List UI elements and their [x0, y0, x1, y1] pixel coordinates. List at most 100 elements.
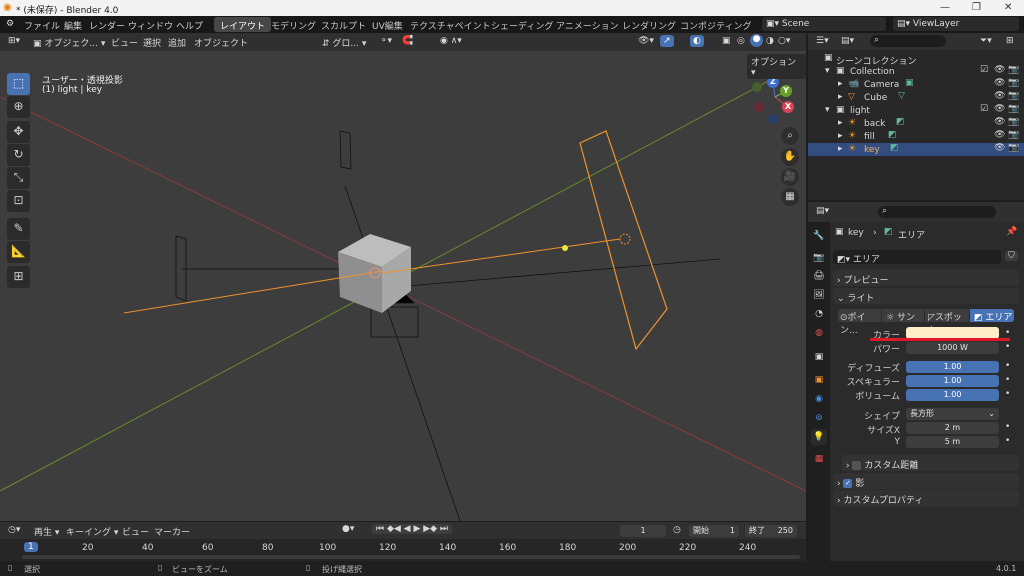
menu-file[interactable]: ファイル: [24, 19, 60, 32]
rotate-tool[interactable]: ↻: [7, 144, 30, 166]
eye-icon[interactable]: 👁: [994, 91, 1005, 101]
expand-icon[interactable]: ▾: [825, 66, 830, 76]
menu-marker[interactable]: マーカー: [154, 525, 190, 538]
display-mode-icon[interactable]: ▤▾: [841, 36, 854, 46]
expand-icon[interactable]: ▾: [825, 105, 830, 115]
outliner-item-camera[interactable]: ▸ 📹 Camera ▣ 👁 📷: [808, 78, 1024, 91]
size-x-field[interactable]: 2 m: [906, 422, 999, 434]
gizmo-axis-y[interactable]: Y: [783, 86, 789, 95]
light-type-point[interactable]: ⊙ポイン...: [838, 309, 881, 336]
size-y-field[interactable]: 5 m: [906, 436, 999, 448]
constraints-tab-icon[interactable]: ⊚: [811, 410, 827, 426]
record-icon[interactable]: ●▾: [342, 524, 354, 534]
editor-type-icon[interactable]: ⊞▾: [8, 36, 20, 46]
object-tab-icon[interactable]: ▣: [811, 372, 827, 388]
camera-view-icon[interactable]: 🎥: [781, 168, 799, 186]
overlay-toggle-icon[interactable]: ◐: [690, 35, 704, 47]
expand-icon[interactable]: ▸: [838, 118, 843, 128]
proportional-edit-icon[interactable]: ◉ ∧▾: [440, 36, 462, 46]
eye-icon[interactable]: 👁: [994, 143, 1005, 153]
properties-editor-icon[interactable]: ▤▾: [816, 206, 829, 216]
maximize-button[interactable]: ❐: [972, 2, 981, 13]
camera-render-icon[interactable]: 📷: [1008, 130, 1019, 140]
keyframe-dot-icon[interactable]: •: [1005, 361, 1010, 371]
preview-panel-header[interactable]: › プレビュー: [833, 270, 1019, 286]
tab-uv-editing[interactable]: UV編集: [366, 17, 409, 32]
custom-properties-panel-header[interactable]: › カスタムプロパティ: [833, 490, 1019, 506]
render-tab-icon[interactable]: 📷: [811, 250, 827, 266]
menu-select[interactable]: 選択: [143, 36, 161, 49]
outliner-item-collection[interactable]: ▾ ▣ Collection ☑ 👁 📷: [808, 65, 1024, 78]
menu-help[interactable]: ヘルプ: [176, 19, 203, 32]
playhead-frame[interactable]: 1: [24, 542, 38, 552]
collection-tab-icon[interactable]: ▣: [811, 349, 827, 365]
timeline-editor-icon[interactable]: ◷▾: [8, 525, 20, 535]
camera-render-icon[interactable]: 📷: [1008, 91, 1019, 101]
shadow-checkbox[interactable]: ✓: [843, 479, 853, 488]
measure-tool[interactable]: 📐: [7, 241, 30, 263]
custom-distance-panel-header[interactable]: › カスタム距離: [842, 455, 1019, 471]
camera-render-icon[interactable]: 📷: [1008, 78, 1019, 88]
mode-selector[interactable]: ▣ オブジェク... ▾: [33, 36, 105, 49]
tab-layout[interactable]: レイアウト: [214, 17, 272, 32]
snap-icon[interactable]: 🧲: [402, 36, 413, 46]
pan-hand-icon[interactable]: ✋: [781, 148, 799, 166]
gizmo-toggle-icon[interactable]: ↗: [660, 35, 674, 47]
add-cube-tool[interactable]: ⊞: [7, 266, 30, 288]
eye-icon[interactable]: 👁: [994, 78, 1005, 88]
texture-tab-icon[interactable]: ▦: [811, 451, 827, 467]
end-frame-field[interactable]: 終了 250: [745, 525, 797, 537]
viewlayer-selector[interactable]: ▤▾ ViewLayer: [893, 17, 1019, 31]
outliner-item-fill[interactable]: ▸ ☀ fill ◩ 👁 📷: [808, 130, 1024, 143]
timeline-scrollbar[interactable]: [22, 555, 800, 559]
light-panel-header[interactable]: ⌄ ライト: [833, 288, 1019, 304]
outliner-editor-icon[interactable]: ☰▾: [816, 36, 829, 46]
expand-icon[interactable]: ▸: [838, 131, 843, 141]
menu-window[interactable]: ウィンドウ: [128, 19, 173, 32]
pivot-icon[interactable]: ⚬▾: [380, 36, 392, 46]
menu-render[interactable]: レンダー: [89, 19, 125, 32]
menu-add[interactable]: 追加: [168, 36, 186, 49]
start-frame-field[interactable]: 開始 1: [689, 525, 739, 537]
outliner-scene-collection[interactable]: ▣ シーンコレクション: [808, 52, 1024, 67]
scene-selector[interactable]: ▣▾ Scene: [762, 17, 886, 31]
zoom-icon[interactable]: ⌕: [781, 127, 799, 145]
menu-object[interactable]: オブジェクト: [194, 36, 248, 49]
shape-dropdown[interactable]: 長方形 ⌄: [906, 408, 999, 420]
world-tab-icon[interactable]: ◍: [811, 325, 827, 341]
eye-icon[interactable]: 👁: [994, 117, 1005, 127]
light-data-tab-icon[interactable]: 💡: [811, 429, 827, 445]
outliner-search-field[interactable]: ⌕: [870, 35, 946, 47]
tab-texture-paint[interactable]: テクスチャペイント: [404, 17, 497, 32]
output-tab-icon[interactable]: 🖨: [811, 268, 827, 284]
specular-slider[interactable]: 1.00: [906, 375, 999, 387]
menu-view[interactable]: ビュー: [111, 36, 138, 49]
filter-icon[interactable]: ⏷▾: [980, 36, 992, 46]
move-tool[interactable]: ✥: [7, 121, 30, 143]
outliner-item-back[interactable]: ▸ ☀ back ◩ 👁 📷: [808, 117, 1024, 130]
xray-icon[interactable]: ▣: [722, 36, 731, 46]
outliner-item-cube[interactable]: ▸ ▽ Cube ▽ 👁 📷: [808, 91, 1024, 104]
transform-orientation-selector[interactable]: ⇵ グロ... ▾: [322, 36, 366, 49]
pin-icon[interactable]: 📌: [1006, 227, 1017, 237]
keyframe-dot-icon[interactable]: •: [1005, 375, 1010, 385]
gizmo-axis-x[interactable]: X: [785, 102, 791, 111]
volume-slider[interactable]: 1.00: [906, 389, 999, 401]
cursor-tool[interactable]: ⊕: [7, 96, 30, 118]
keyframe-dot-icon[interactable]: •: [1005, 342, 1010, 352]
expand-icon[interactable]: ▸: [838, 92, 843, 102]
visibility-icon[interactable]: 👁▾: [638, 36, 654, 46]
expand-icon[interactable]: ▸: [838, 79, 843, 89]
outliner-item-key[interactable]: ▸ ☀ key ◩ 👁 📷: [808, 143, 1024, 156]
eye-icon[interactable]: 👁: [994, 104, 1005, 114]
select-box-tool[interactable]: ⬚: [7, 73, 30, 95]
keyframe-dot-icon[interactable]: •: [1005, 389, 1010, 399]
current-frame-field[interactable]: 1: [620, 525, 666, 537]
eye-icon[interactable]: 👁: [994, 65, 1005, 75]
tab-shading[interactable]: シェーディング: [485, 17, 559, 32]
tab-rendering[interactable]: レンダリング: [616, 17, 682, 32]
tab-modeling[interactable]: モデリング: [265, 17, 322, 32]
tab-animation[interactable]: アニメーション: [550, 17, 625, 32]
camera-render-icon[interactable]: 📷: [1008, 117, 1019, 127]
light-type-area[interactable]: ◩ エリア: [970, 309, 1014, 323]
